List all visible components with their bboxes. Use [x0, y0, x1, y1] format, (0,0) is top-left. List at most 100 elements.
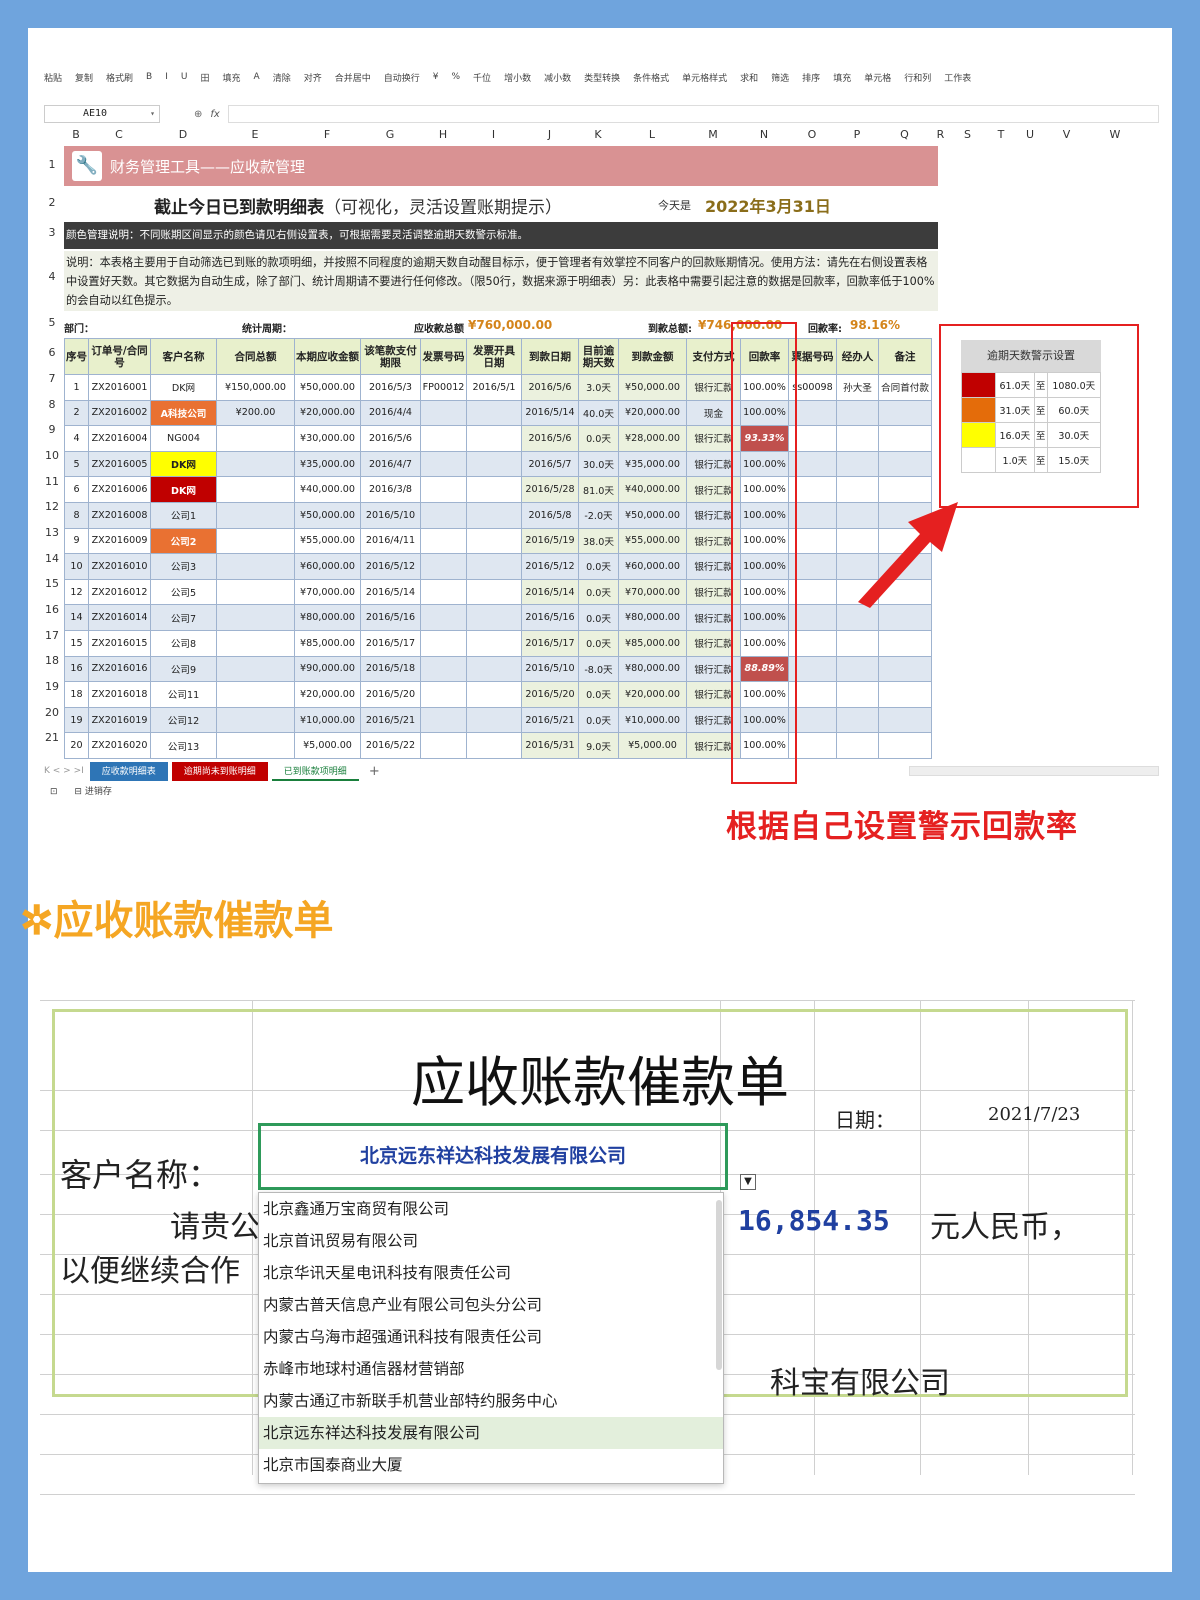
function-icon[interactable]: fx: [210, 109, 219, 120]
table-cell[interactable]: ZX2016010: [88, 553, 151, 580]
table-cell[interactable]: ¥200.00: [216, 399, 295, 427]
table-cell[interactable]: [466, 578, 522, 606]
warn-color-swatch[interactable]: [961, 447, 996, 473]
table-cell[interactable]: [216, 732, 295, 759]
table-cell[interactable]: 10: [64, 553, 89, 580]
table-cell[interactable]: ZX2016014: [88, 604, 151, 631]
table-cell[interactable]: [420, 527, 467, 555]
table-cell[interactable]: [420, 681, 467, 708]
table-cell[interactable]: 2016/5/6: [521, 425, 579, 452]
table-cell[interactable]: 公司13: [150, 732, 217, 759]
row-header[interactable]: 11: [40, 475, 64, 488]
warn-to[interactable]: 30.0天: [1046, 422, 1102, 448]
table-cell[interactable]: [878, 450, 932, 478]
column-header[interactable]: R: [931, 128, 950, 144]
customer-dropdown-list[interactable]: 北京鑫通万宝商贸有限公司 北京首讯贸易有限公司 北京华讯天星电讯科技有限责任公司 内蒙…: [258, 1192, 724, 1484]
table-cell[interactable]: 2016/5/14: [360, 578, 421, 606]
ribbon-item[interactable]: 求和: [740, 71, 758, 84]
table-cell[interactable]: 2016/5/22: [360, 732, 421, 759]
ribbon-item[interactable]: 合并居中: [335, 71, 371, 84]
table-cell[interactable]: 0.0天: [578, 553, 619, 580]
table-cell[interactable]: [420, 732, 467, 759]
column-header[interactable]: S: [950, 128, 985, 144]
ribbon-item[interactable]: 单元格样式: [682, 71, 727, 84]
ribbon-item[interactable]: 填充: [833, 71, 851, 84]
dropdown-option[interactable]: 北京远东祥达科技发展有限公司: [259, 1417, 723, 1449]
table-cell[interactable]: [466, 553, 522, 580]
table-cell[interactable]: ¥20,000.00: [618, 681, 687, 708]
column-header[interactable]: O: [788, 128, 836, 144]
table-cell[interactable]: 6: [64, 476, 89, 503]
column-header[interactable]: N: [740, 128, 788, 144]
table-cell[interactable]: 2016/5/14: [521, 578, 579, 606]
table-cell[interactable]: ¥20,000.00: [618, 399, 687, 427]
table-cell[interactable]: 2016/5/6: [360, 425, 421, 452]
table-cell[interactable]: 公司11: [150, 681, 217, 708]
table-cell[interactable]: ¥70,000.00: [294, 578, 361, 606]
table-cell[interactable]: [466, 450, 522, 478]
table-cell[interactable]: ZX2016020: [88, 732, 151, 759]
ribbon-item[interactable]: 排序: [802, 71, 820, 84]
table-cell[interactable]: 公司2: [150, 527, 217, 555]
column-header[interactable]: F: [294, 128, 360, 144]
table-cell[interactable]: ZX2016012: [88, 578, 151, 606]
table-cell[interactable]: 公司9: [150, 655, 217, 683]
row-header[interactable]: 15: [40, 577, 64, 590]
horizontal-scrollbar[interactable]: [909, 766, 1159, 776]
table-cell[interactable]: 2016/5/31: [521, 732, 579, 759]
column-header[interactable]: L: [618, 128, 686, 144]
table-cell[interactable]: -2.0天: [578, 501, 619, 529]
table-cell[interactable]: 2016/5/18: [360, 655, 421, 683]
table-cell[interactable]: 2016/5/6: [521, 374, 579, 401]
table-cell[interactable]: 20: [64, 732, 89, 759]
column-header[interactable]: W: [1090, 128, 1140, 144]
column-header[interactable]: U: [1017, 128, 1043, 144]
row-header[interactable]: 6: [40, 346, 64, 359]
warn-to-label[interactable]: 至: [1033, 397, 1048, 423]
table-cell[interactable]: ZX2016001: [88, 374, 151, 401]
tab-nav-arrows-icon[interactable]: K < > >I: [44, 766, 84, 776]
ribbon-item[interactable]: 清除: [273, 71, 291, 84]
table-cell[interactable]: [420, 425, 467, 452]
ribbon-item[interactable]: 自动换行: [384, 71, 420, 84]
ribbon-item[interactable]: 对齐: [304, 71, 322, 84]
table-cell[interactable]: ¥20,000.00: [294, 681, 361, 708]
table-cell[interactable]: 81.0天: [578, 476, 619, 503]
ribbon-item[interactable]: 复制: [75, 71, 93, 84]
row-header[interactable]: 16: [40, 603, 64, 616]
warn-to[interactable]: 60.0天: [1046, 397, 1102, 423]
table-cell[interactable]: ¥55,000.00: [618, 527, 687, 555]
table-cell[interactable]: 2016/5/12: [521, 553, 579, 580]
table-cell[interactable]: 2016/5/8: [521, 501, 579, 529]
ribbon-item[interactable]: 单元格: [864, 71, 891, 84]
table-cell[interactable]: ZX2016005: [88, 450, 151, 478]
warn-from[interactable]: 31.0天: [995, 397, 1035, 423]
column-header[interactable]: V: [1043, 128, 1090, 144]
table-cell[interactable]: -8.0天: [578, 655, 619, 683]
table-cell[interactable]: [216, 527, 295, 555]
column-header[interactable]: J: [521, 128, 578, 144]
row-header[interactable]: 10: [40, 449, 64, 462]
warn-to-label[interactable]: 至: [1033, 422, 1048, 448]
table-cell[interactable]: FP00012: [420, 374, 467, 401]
table-cell[interactable]: ¥55,000.00: [294, 527, 361, 555]
table-cell[interactable]: ¥90,000.00: [294, 655, 361, 683]
table-cell[interactable]: NG004: [150, 425, 217, 452]
row-header[interactable]: 19: [40, 680, 64, 693]
table-cell[interactable]: ¥60,000.00: [294, 553, 361, 580]
table-cell[interactable]: [466, 681, 522, 708]
table-cell[interactable]: ZX2016008: [88, 501, 151, 529]
table-cell[interactable]: [216, 706, 295, 734]
table-cell[interactable]: ¥80,000.00: [618, 655, 687, 683]
ribbon-item[interactable]: 增小数: [504, 71, 531, 84]
ribbon-item[interactable]: U: [181, 72, 188, 82]
dropdown-arrow-icon[interactable]: ▼: [740, 1174, 756, 1190]
table-cell[interactable]: [836, 425, 879, 452]
warn-from[interactable]: 1.0天: [995, 447, 1035, 473]
column-header[interactable]: H: [420, 128, 466, 144]
column-header[interactable]: I: [466, 128, 521, 144]
sheet-tab[interactable]: 逾期尚未到账明细: [171, 761, 268, 781]
dropdown-option[interactable]: 北京鑫通万宝商贸有限公司: [259, 1193, 723, 1225]
dropdown-option[interactable]: 内蒙古乌海市超强通讯科技有限责任公司: [259, 1321, 723, 1353]
table-cell[interactable]: 0.0天: [578, 578, 619, 606]
